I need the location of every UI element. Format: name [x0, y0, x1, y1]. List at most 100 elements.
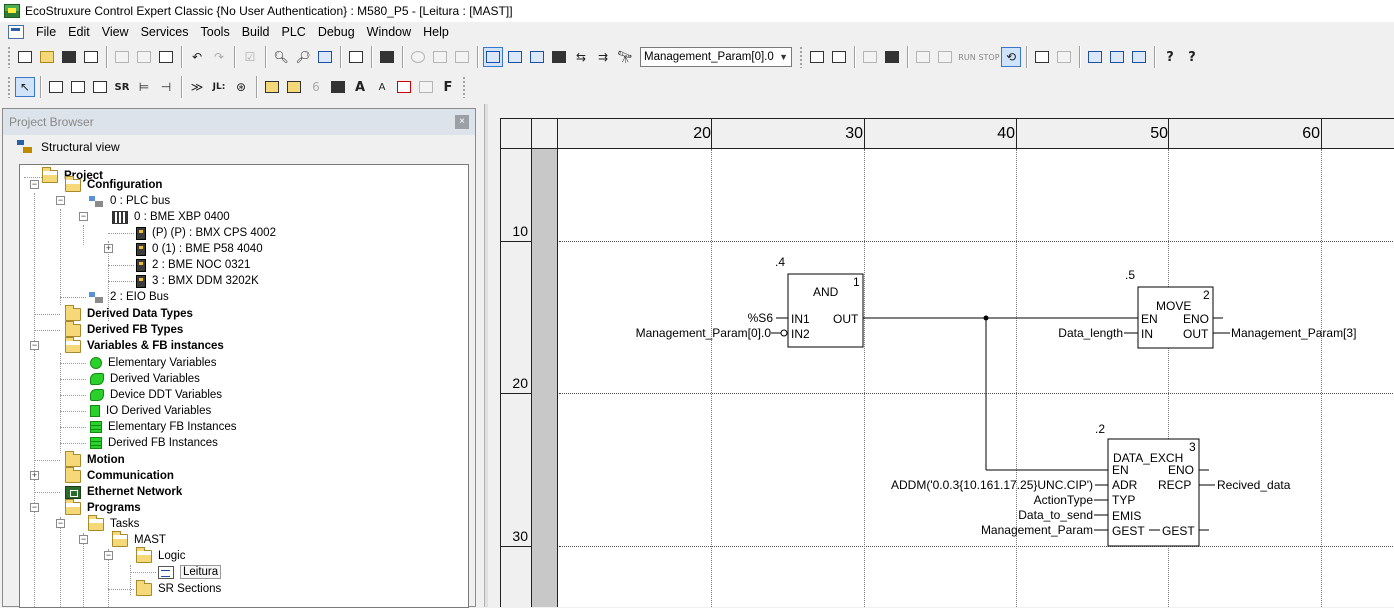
fbd-editor[interactable]: 20 30 40 50 60 10 20 30 .4 1 AND IN1 IN2…	[500, 118, 1394, 607]
tree-rack[interactable]: 0 : BME XBP 0400	[112, 209, 230, 225]
and-in1-variable[interactable]: %S6	[748, 311, 774, 325]
rebuild-icon[interactable]	[829, 47, 849, 67]
animation-icon[interactable]: ⟲	[1001, 47, 1021, 67]
tree-derived-fb-types[interactable]: Derived FB Types	[65, 320, 183, 338]
disabled-tool-3-icon[interactable]	[452, 47, 472, 67]
toolbar-grip[interactable]	[462, 76, 466, 98]
goto-icon[interactable]: ⇆	[571, 47, 591, 67]
save-icon[interactable]	[59, 47, 79, 67]
cut-icon[interactable]	[134, 47, 154, 67]
tree-ddm-module[interactable]: 3 : BMX DDM 3202K	[136, 273, 259, 289]
binoculars-icon[interactable]: 🔭︎	[615, 47, 635, 67]
disabled-tool-2-icon[interactable]	[430, 47, 450, 67]
download-icon[interactable]	[913, 47, 933, 67]
tree-noc-module[interactable]: 2 : BME NOC 0321	[136, 257, 250, 273]
and-block[interactable]: .4 1 AND IN1 IN2 OUT	[775, 255, 864, 348]
menu-tools[interactable]: Tools	[195, 22, 236, 42]
print-icon[interactable]	[81, 47, 101, 67]
stop-icon[interactable]: STOP	[978, 47, 999, 67]
jump-icon[interactable]: ≫	[187, 77, 207, 97]
data-exch-gest-variable[interactable]: Management_Param	[981, 523, 1093, 537]
font-size-small-icon[interactable]: A	[372, 77, 392, 97]
fbd-view-icon[interactable]	[483, 47, 503, 67]
select-pointer-icon[interactable]: ↖	[15, 77, 35, 97]
data-exch-adr-variable[interactable]: ADDM('0.0.3{10.161.17.25}UNC.CIP')	[891, 478, 1093, 492]
inspect-icon[interactable]: 6	[306, 77, 326, 97]
analyze-icon[interactable]	[807, 47, 827, 67]
collapse-icon[interactable]: −	[30, 503, 39, 512]
tree-cpu-module[interactable]: 0 (1) : BME P58 4040	[136, 241, 263, 257]
tree-variables-fb-instances[interactable]: Variables & FB instances	[65, 336, 224, 354]
and-in2-variable[interactable]: Management_Param[0].0	[636, 326, 772, 340]
text-object-icon[interactable]	[262, 77, 282, 97]
tree-communication[interactable]: Communication	[65, 466, 174, 484]
menu-help[interactable]: Help	[417, 22, 455, 42]
menu-window[interactable]: Window	[361, 22, 417, 42]
paste-icon[interactable]	[156, 47, 176, 67]
tree-elementary-variables[interactable]: Elementary Variables	[90, 355, 216, 371]
move-block[interactable]: .5 2 MOVE EN ENO IN OUT	[1125, 268, 1214, 349]
structural-view-selector[interactable]: Structural view	[3, 135, 475, 159]
disabled-tool-1-icon[interactable]	[408, 47, 428, 67]
context-help-icon[interactable]: ?	[1182, 47, 1202, 67]
tree-cps-module[interactable]: (P) (P) : BMX CPS 4002	[136, 225, 276, 241]
expand-icon[interactable]: +	[104, 244, 113, 253]
tree-derived-data-types[interactable]: Derived Data Types	[65, 304, 193, 322]
tree-logic[interactable]: Logic	[136, 546, 186, 564]
move-out-variable[interactable]: Management_Param[3]	[1231, 326, 1356, 340]
build-icon[interactable]	[377, 47, 397, 67]
collapse-icon[interactable]: −	[56, 519, 65, 528]
splitter[interactable]	[484, 104, 488, 607]
tree-elementary-fb-instances[interactable]: Elementary FB Instances	[90, 419, 236, 435]
connect-icon[interactable]	[860, 47, 880, 67]
menu-debug[interactable]: Debug	[312, 22, 361, 42]
comment-icon[interactable]	[284, 77, 304, 97]
chevron-down-icon[interactable]: ▼	[779, 52, 788, 62]
collapse-icon[interactable]: −	[104, 551, 113, 560]
font-size-icon[interactable]: A	[350, 77, 370, 97]
data-exch-emis-variable[interactable]: Data_to_send	[1018, 508, 1093, 522]
negate-icon[interactable]: ⊣	[156, 77, 176, 97]
plc-icon[interactable]	[882, 47, 902, 67]
upload-icon[interactable]	[935, 47, 955, 67]
toolbar-grip[interactable]	[7, 46, 11, 68]
tree-programs[interactable]: Programs	[65, 498, 141, 516]
collapse-icon[interactable]: −	[79, 212, 88, 221]
tree-eio-bus[interactable]: 2 : EIO Bus	[88, 289, 169, 305]
redo-icon[interactable]: ↷	[209, 47, 229, 67]
collapse-icon[interactable]: −	[30, 341, 39, 350]
find-next-icon[interactable]: ⇉	[593, 47, 613, 67]
return-icon[interactable]: ⊛	[231, 77, 251, 97]
function-block-icon[interactable]	[90, 77, 110, 97]
tree-io-derived-variables[interactable]: IO Derived Variables	[90, 403, 211, 419]
block-icon[interactable]	[328, 77, 348, 97]
tree-plc-bus[interactable]: 0 : PLC bus	[88, 193, 170, 209]
collapse-icon[interactable]: −	[79, 535, 88, 544]
menu-edit[interactable]: Edit	[62, 22, 96, 42]
new-file-icon[interactable]	[15, 47, 35, 67]
menu-view[interactable]: View	[96, 22, 135, 42]
zoom-icon[interactable]	[315, 47, 335, 67]
link-icon[interactable]: ⊨	[134, 77, 154, 97]
menu-services[interactable]: Services	[135, 22, 195, 42]
variable-combo[interactable]: Management_Param[0].0 ▼	[640, 47, 792, 67]
close-icon[interactable]: ×	[455, 115, 469, 129]
cascade-icon[interactable]	[1085, 47, 1105, 67]
move-in-variable[interactable]: Data_length	[1058, 326, 1123, 340]
data-exch-typ-variable[interactable]: ActionType	[1034, 493, 1094, 507]
fb-place-icon[interactable]	[68, 77, 88, 97]
document-menu-icon[interactable]	[8, 25, 24, 39]
collapse-icon[interactable]: −	[30, 180, 39, 189]
data-exch-block[interactable]: .2 3 DATA_EXCH EN ENO ADR RECP TYP EMIS …	[1095, 422, 1200, 547]
tile-vertical-icon[interactable]	[1129, 47, 1149, 67]
tree-sr-sections[interactable]: SR Sections	[136, 579, 221, 597]
tree-configuration[interactable]: Configuration	[65, 175, 162, 193]
fb-select-icon[interactable]	[46, 77, 66, 97]
copy-icon[interactable]	[112, 47, 132, 67]
menu-file[interactable]: File	[30, 22, 62, 42]
tile-horizontal-icon[interactable]	[1107, 47, 1127, 67]
run-icon[interactable]: RUN	[957, 47, 977, 67]
f-letter-icon[interactable]: F	[438, 77, 458, 97]
watch-icon[interactable]	[1032, 47, 1052, 67]
ladder-view-icon[interactable]	[505, 47, 525, 67]
